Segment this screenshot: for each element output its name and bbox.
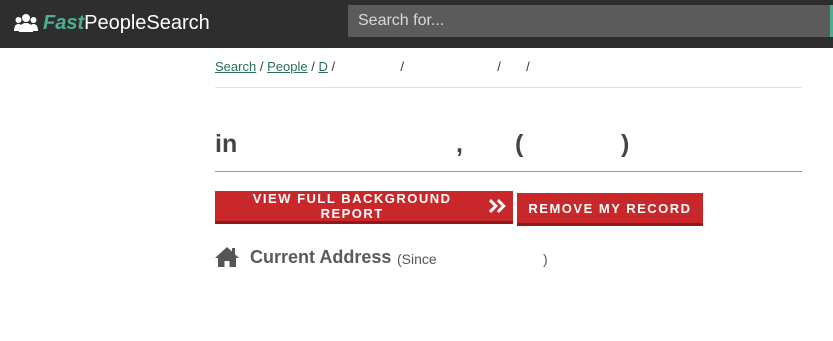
breadcrumb-separator: / <box>400 59 404 74</box>
report-button-label: VIEW FULL BACKGROUND REPORT <box>252 191 452 221</box>
remove-my-record-button[interactable]: REMOVE MY RECORD <box>517 193 703 226</box>
page-title: in , ( ) <box>215 130 629 159</box>
breadcrumb: Search / People / D / / / / <box>215 59 530 74</box>
view-full-background-report-button[interactable]: VIEW FULL BACKGROUND REPORT <box>215 191 513 224</box>
breadcrumb-separator: / <box>259 59 264 74</box>
brand-logo[interactable]: Fast PeopleSearch <box>14 9 210 37</box>
breadcrumb-separator: / <box>331 59 336 74</box>
people-icon <box>14 14 38 32</box>
breadcrumb-separator: / <box>311 59 315 74</box>
search-input[interactable] <box>348 5 833 37</box>
title-prefix: in <box>215 130 238 158</box>
breadcrumb-letter-link[interactable]: D <box>318 59 327 74</box>
breadcrumb-separator: / <box>526 59 530 74</box>
breadcrumb-separator: / <box>497 59 501 74</box>
breadcrumb-people-link[interactable]: People <box>267 59 307 74</box>
brand-fast-text: Fast <box>43 11 85 34</box>
brand-name-text: PeopleSearch <box>84 11 210 34</box>
breadcrumb-search-link[interactable]: Search <box>215 59 256 74</box>
current-address-title: Current Address <box>250 246 392 267</box>
title-divider <box>215 171 802 172</box>
title-close-paren: ) <box>621 130 630 158</box>
double-chevron-right-icon <box>489 199 507 213</box>
address-close-paren: ) <box>543 251 548 267</box>
current-address-header: Current Address <box>215 246 391 268</box>
title-open-paren: ( <box>515 130 524 158</box>
remove-button-label: REMOVE MY RECORD <box>528 200 692 216</box>
top-navbar: Fast PeopleSearch <box>0 0 833 48</box>
address-since-text: (Since <box>397 251 437 267</box>
breadcrumb-divider <box>215 87 802 88</box>
home-icon <box>215 247 239 267</box>
title-comma: , <box>456 130 463 158</box>
